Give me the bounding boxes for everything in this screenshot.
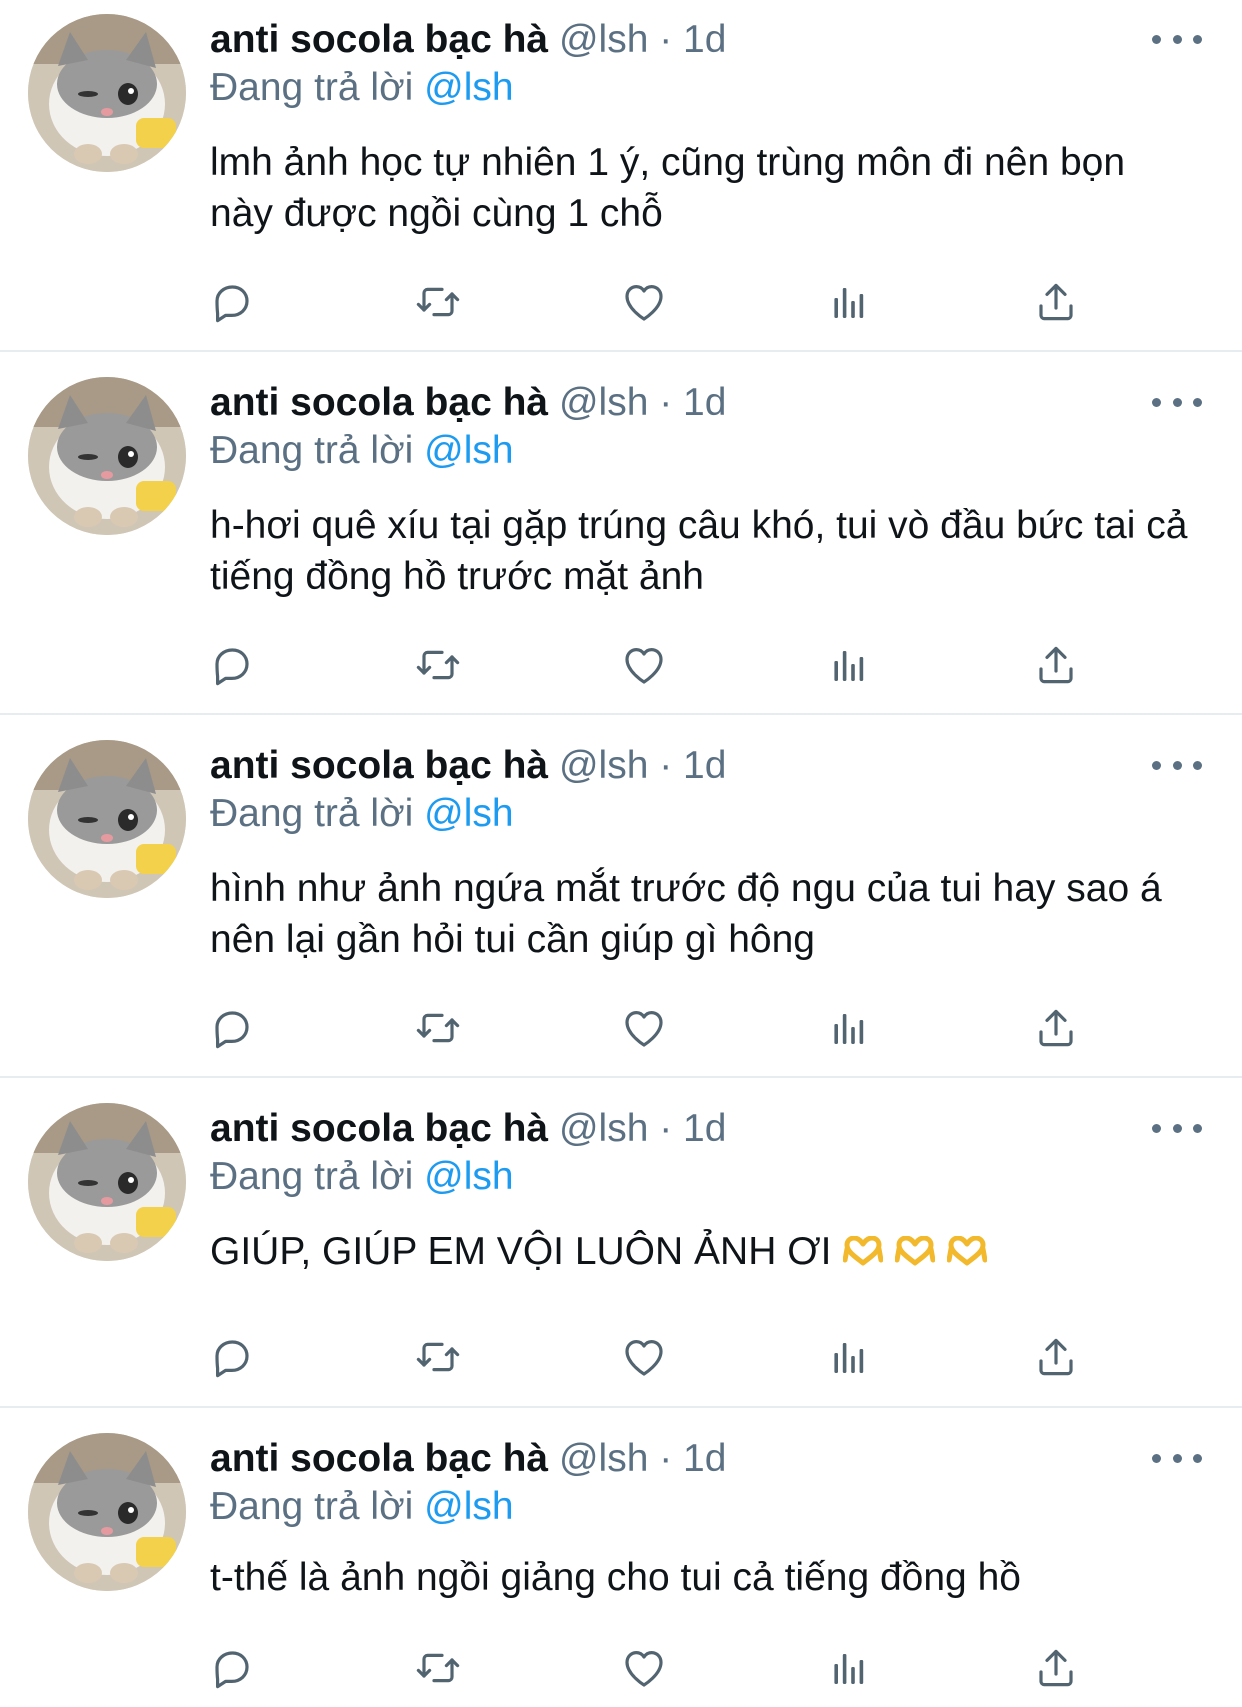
tweet[interactable]: anti socola bạc hà @lsh · 1d Đang trả lờ… [0, 363, 1242, 715]
action-bar [210, 1640, 1110, 1696]
replying-handle-link[interactable]: @lsh [424, 429, 513, 472]
share-icon[interactable] [1028, 1640, 1084, 1696]
replying-prefix: Đang trả lời [210, 429, 414, 472]
avatar[interactable] [28, 377, 186, 535]
like-heart-icon[interactable] [616, 637, 672, 693]
analytics-icon[interactable] [822, 637, 878, 693]
replying-prefix: Đang trả lời [210, 1485, 414, 1528]
action-bar [210, 1329, 1110, 1385]
replying-handle-link[interactable]: @lsh [424, 1155, 513, 1198]
replying-handle-link[interactable]: @lsh [424, 1485, 513, 1528]
divider [0, 1406, 1242, 1408]
share-icon[interactable] [1028, 1000, 1084, 1056]
reply-icon[interactable] [204, 274, 260, 330]
cat-avatar-image [28, 740, 186, 898]
tweet-header: anti socola bạc hà @lsh · 1d [210, 740, 726, 792]
retweet-icon[interactable] [410, 1640, 466, 1696]
tweet-text: h-hơi quê xíu tại gặp trúng câu khó, tui… [210, 504, 1188, 598]
tweet-text-container: GIÚP, GIÚP EM VỘI LUÔN ẢNH ƠI [210, 1226, 1190, 1277]
tweet[interactable]: anti socola bạc hà @lsh · 1d Đang trả lờ… [0, 1419, 1242, 1707]
handle-and-time[interactable]: @lsh · 1d [559, 1107, 726, 1150]
handle-and-time[interactable]: @lsh · 1d [559, 1437, 726, 1480]
retweet-icon[interactable] [410, 1000, 466, 1056]
analytics-icon[interactable] [822, 1000, 878, 1056]
share-icon[interactable] [1028, 274, 1084, 330]
action-bar [210, 1000, 1110, 1056]
divider [0, 713, 1242, 715]
retweet-icon[interactable] [410, 637, 466, 693]
cat-avatar-image [28, 1433, 186, 1591]
cat-avatar-image [28, 14, 186, 172]
tweet-header: anti socola bạc hà @lsh · 1d [210, 14, 726, 66]
replying-prefix: Đang trả lời [210, 1155, 414, 1198]
more-horizontal-icon[interactable] [1152, 387, 1202, 417]
replying-to: Đang trả lời @lsh [210, 788, 514, 840]
tweet-header: anti socola bạc hà @lsh · 1d [210, 1103, 726, 1155]
reply-icon[interactable] [204, 1000, 260, 1056]
action-bar [210, 637, 1110, 693]
tweet[interactable]: anti socola bạc hà @lsh · 1d Đang trả lờ… [0, 1089, 1242, 1408]
retweet-icon[interactable] [410, 1329, 466, 1385]
more-horizontal-icon[interactable] [1152, 24, 1202, 54]
avatar[interactable] [28, 14, 186, 172]
analytics-icon[interactable] [822, 1640, 878, 1696]
cat-avatar-image [28, 1103, 186, 1261]
display-name[interactable]: anti socola bạc hà [210, 18, 548, 61]
retweet-icon[interactable] [410, 274, 466, 330]
reply-icon[interactable] [204, 1329, 260, 1385]
heart-hands-emoji [843, 1236, 884, 1266]
display-name[interactable]: anti socola bạc hà [210, 1437, 548, 1480]
tweet-text: t-thế là ảnh ngồi giảng cho tui cả tiếng… [210, 1556, 1021, 1599]
handle-and-time[interactable]: @lsh · 1d [559, 18, 726, 61]
more-horizontal-icon[interactable] [1152, 1113, 1202, 1143]
more-horizontal-icon[interactable] [1152, 1443, 1202, 1473]
like-heart-icon[interactable] [616, 1000, 672, 1056]
more-horizontal-icon[interactable] [1152, 750, 1202, 780]
tweet[interactable]: anti socola bạc hà @lsh · 1d Đang trả lờ… [0, 726, 1242, 1078]
like-heart-icon[interactable] [616, 1329, 672, 1385]
avatar[interactable] [28, 740, 186, 898]
replying-prefix: Đang trả lời [210, 66, 414, 109]
heart-hands-emoji [895, 1236, 936, 1266]
cat-avatar-image [28, 377, 186, 535]
display-name[interactable]: anti socola bạc hà [210, 1107, 548, 1150]
like-heart-icon[interactable] [616, 274, 672, 330]
share-icon[interactable] [1028, 637, 1084, 693]
reply-icon[interactable] [204, 1640, 260, 1696]
replying-to: Đang trả lời @lsh [210, 1481, 514, 1533]
replying-handle-link[interactable]: @lsh [424, 66, 513, 109]
reply-icon[interactable] [204, 637, 260, 693]
replying-to: Đang trả lời @lsh [210, 62, 514, 114]
analytics-icon[interactable] [822, 1329, 878, 1385]
replying-prefix: Đang trả lời [210, 792, 414, 835]
tweet-text: GIÚP, GIÚP EM VỘI LUÔN ẢNH ƠI [210, 1230, 832, 1273]
replying-handle-link[interactable]: @lsh [424, 792, 513, 835]
handle-and-time[interactable]: @lsh · 1d [559, 744, 726, 787]
avatar[interactable] [28, 1103, 186, 1261]
tweet-header: anti socola bạc hà @lsh · 1d [210, 1433, 726, 1485]
tweet[interactable]: anti socola bạc hà @lsh · 1d Đang trả lờ… [0, 0, 1242, 352]
replying-to: Đang trả lời @lsh [210, 1151, 514, 1203]
share-icon[interactable] [1028, 1329, 1084, 1385]
tweet-text: hình như ảnh ngứa mắt trước độ ngu của t… [210, 867, 1162, 961]
display-name[interactable]: anti socola bạc hà [210, 744, 548, 787]
tweet-text: lmh ảnh học tự nhiên 1 ý, cũng trùng môn… [210, 141, 1126, 235]
replying-to: Đang trả lời @lsh [210, 425, 514, 477]
handle-and-time[interactable]: @lsh · 1d [559, 381, 726, 424]
avatar[interactable] [28, 1433, 186, 1591]
heart-hands-emoji [947, 1236, 988, 1266]
action-bar [210, 274, 1110, 330]
divider [0, 1076, 1242, 1078]
divider [0, 350, 1242, 352]
display-name[interactable]: anti socola bạc hà [210, 381, 548, 424]
like-heart-icon[interactable] [616, 1640, 672, 1696]
analytics-icon[interactable] [822, 274, 878, 330]
tweet-header: anti socola bạc hà @lsh · 1d [210, 377, 726, 429]
